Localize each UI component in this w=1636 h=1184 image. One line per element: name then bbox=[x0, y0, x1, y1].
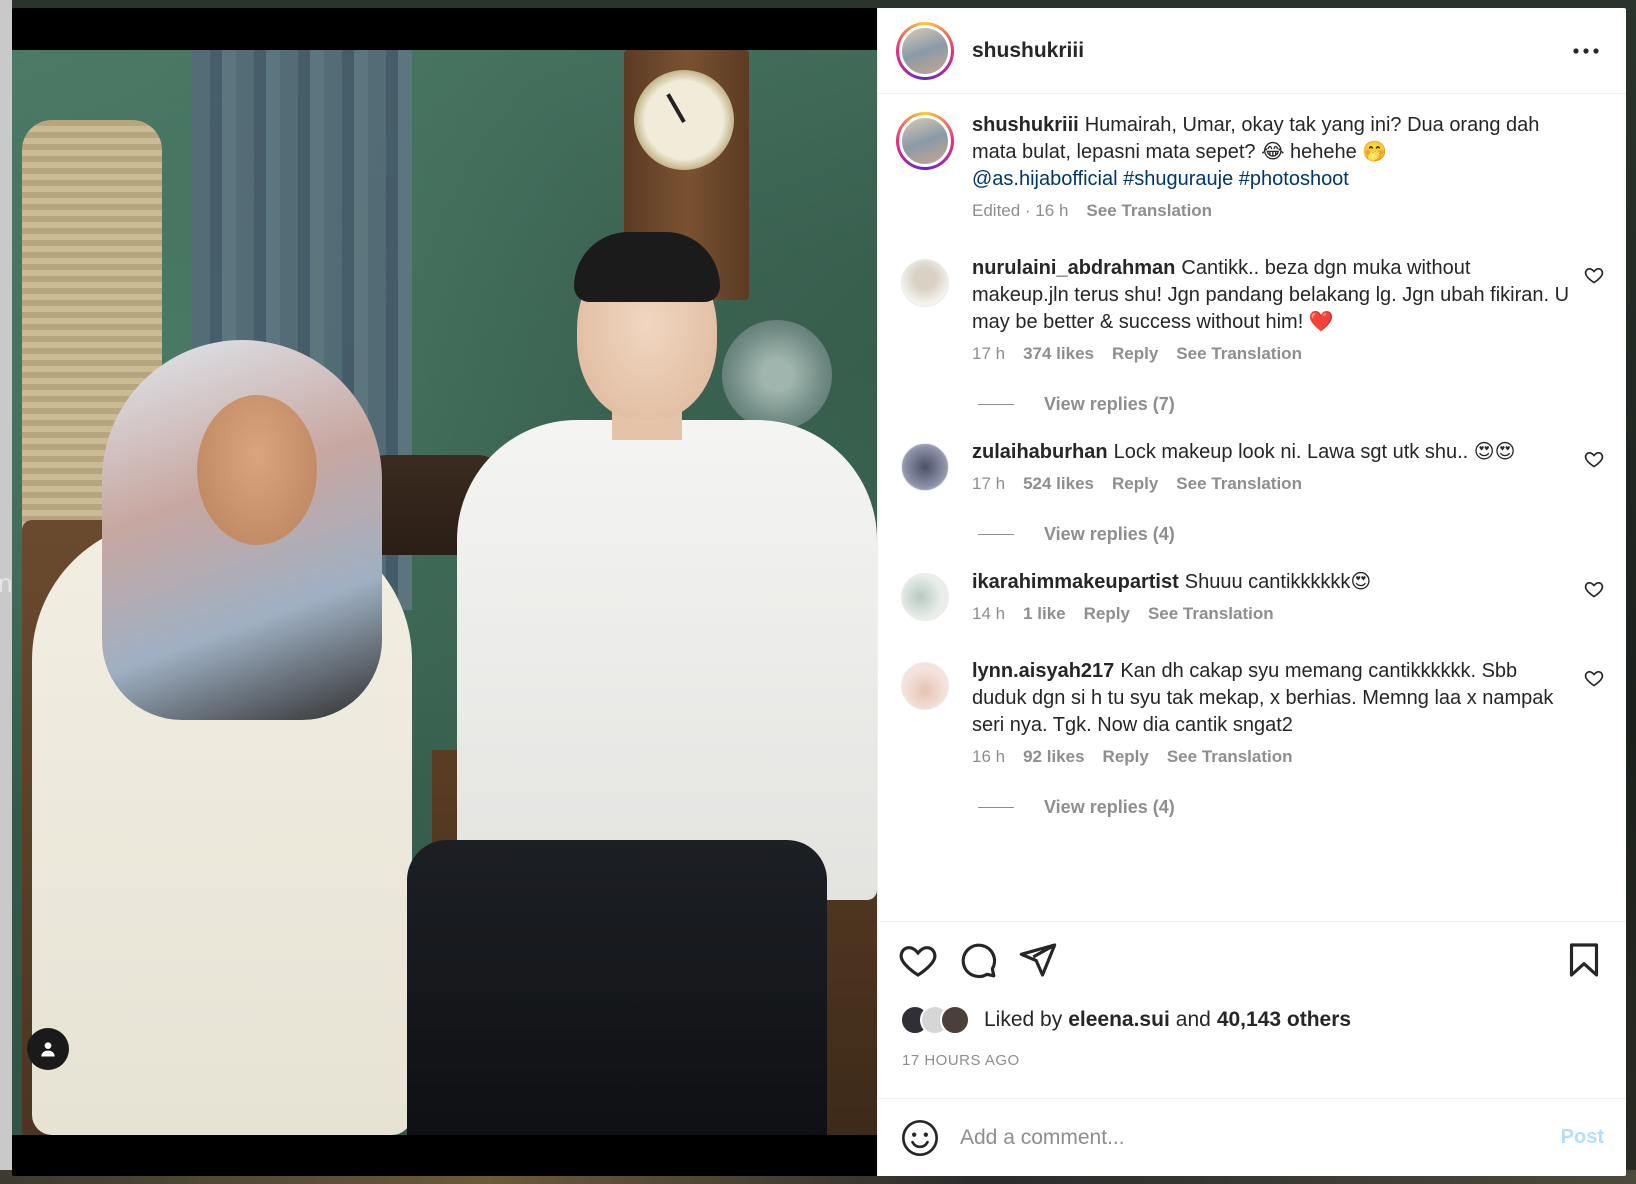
caption-see-translation[interactable]: See Translation bbox=[1086, 201, 1212, 221]
liked-by: Liked by eleena.sui and 40,143 others bbox=[878, 998, 1626, 1042]
bookmark-icon[interactable] bbox=[1564, 940, 1604, 980]
liked-by-user[interactable]: eleena.sui bbox=[1068, 1008, 1170, 1032]
liker-avatars[interactable] bbox=[900, 1005, 970, 1035]
view-replies-button[interactable]: View replies (4) bbox=[978, 797, 1604, 818]
post-modal: shushukriii shushukriii Humairah, Umar, o… bbox=[12, 8, 1626, 1176]
photo-man-pants bbox=[407, 840, 827, 1135]
author-avatar[interactable] bbox=[896, 21, 954, 80]
view-replies-button[interactable]: View replies (7) bbox=[978, 394, 1604, 415]
photo-man-shirt bbox=[457, 420, 877, 900]
caption-tags[interactable]: @as.hijabofficial #shugurauje #photoshoo… bbox=[972, 168, 1349, 190]
liked-by-and: and bbox=[1175, 1008, 1211, 1031]
comment-heart-icon[interactable] bbox=[1584, 265, 1604, 285]
comment-username[interactable]: nurulaini_abdrahman bbox=[972, 257, 1175, 279]
comment-item: nurulaini_abdrahman Cantikk.. beza dgn mu… bbox=[896, 255, 1604, 364]
comment-item: lynn.aisyah217 Kan dh cakap syu memang ca… bbox=[896, 658, 1604, 767]
comment-text: Lock makeup look ni. Lawa sgt utk shu.. … bbox=[1113, 441, 1516, 463]
commenter-avatar[interactable] bbox=[901, 662, 949, 710]
post-actions bbox=[878, 922, 1626, 998]
comment-time: 17 h bbox=[972, 344, 1006, 363]
post-sidebar: shushukriii shushukriii Humairah, Umar, o… bbox=[877, 8, 1626, 1176]
emoji-icon[interactable] bbox=[900, 1118, 940, 1158]
comment-reply-button[interactable]: Reply bbox=[1084, 604, 1130, 624]
author-username[interactable]: shushukriii bbox=[972, 39, 1084, 63]
comment-item: zulaihaburhan Lock makeup look ni. Lawa s… bbox=[896, 439, 1604, 494]
comment-likes[interactable]: 374 likes bbox=[1023, 344, 1094, 364]
post-photo[interactable] bbox=[12, 50, 877, 1135]
comment-username[interactable]: zulaihaburhan bbox=[972, 441, 1108, 463]
comment-time: 16 h bbox=[972, 747, 1006, 766]
commenter-avatar[interactable] bbox=[901, 259, 949, 307]
more-horizontal-icon bbox=[1573, 47, 1599, 54]
comment-see-translation[interactable]: See Translation bbox=[1176, 474, 1302, 494]
comment-username[interactable]: lynn.aisyah217 bbox=[972, 660, 1114, 682]
post-comment-button[interactable]: Post bbox=[1561, 1126, 1604, 1149]
comment-see-translation[interactable]: See Translation bbox=[1148, 604, 1274, 624]
post-timestamp[interactable]: 17 HOURS AGO bbox=[878, 1042, 1626, 1098]
commenter-avatar[interactable] bbox=[901, 573, 949, 621]
liked-by-prefix: Liked by bbox=[984, 1008, 1063, 1031]
comment-input[interactable] bbox=[960, 1125, 1561, 1150]
comment-likes[interactable]: 1 like bbox=[1023, 604, 1066, 624]
photo-woman-face bbox=[197, 395, 317, 545]
comment-text: Shuuu cantikkkkkk😍 bbox=[1184, 571, 1372, 593]
backdrop-text: n bbox=[0, 568, 13, 598]
comment-time: 17 h bbox=[972, 474, 1006, 493]
comment-reply-button[interactable]: Reply bbox=[1112, 474, 1158, 494]
comment-heart-icon[interactable] bbox=[1584, 579, 1604, 599]
commenter-avatar[interactable] bbox=[901, 443, 949, 491]
add-comment-bar: Post bbox=[878, 1098, 1626, 1176]
comment-see-translation[interactable]: See Translation bbox=[1176, 344, 1302, 364]
comment-likes[interactable]: 92 likes bbox=[1023, 747, 1084, 767]
user-tag-icon bbox=[41, 1042, 55, 1057]
comment-item: ikarahimmakeupartist Shuuu cantikkkkkk😍 1… bbox=[896, 569, 1604, 624]
caption-avatar[interactable] bbox=[896, 112, 954, 170]
user-tag-button[interactable] bbox=[27, 1028, 69, 1070]
comment-see-translation[interactable]: See Translation bbox=[1167, 747, 1293, 767]
comment-username[interactable]: ikarahimmakeupartist bbox=[972, 571, 1179, 593]
photo-man-hair bbox=[574, 232, 720, 302]
comment-heart-icon[interactable] bbox=[1584, 668, 1604, 688]
comment-reply-button[interactable]: Reply bbox=[1103, 747, 1149, 767]
caption-username[interactable]: shushukriii bbox=[972, 114, 1079, 136]
liked-by-others[interactable]: 40,143 others bbox=[1217, 1008, 1351, 1032]
comments-list[interactable]: shushukriii Humairah, Umar, okay tak yang… bbox=[878, 94, 1626, 922]
caption-edited-time: Edited · 16 h bbox=[972, 201, 1069, 220]
photo-fan bbox=[722, 320, 832, 430]
more-options-button[interactable] bbox=[1568, 33, 1604, 69]
post-header: shushukriii bbox=[878, 8, 1626, 94]
comment-icon[interactable] bbox=[958, 940, 998, 980]
share-icon[interactable] bbox=[1018, 940, 1058, 980]
photo-pane bbox=[12, 8, 877, 1176]
view-replies-button[interactable]: View replies (4) bbox=[978, 524, 1604, 545]
comment-heart-icon[interactable] bbox=[1584, 449, 1604, 469]
heart-icon[interactable] bbox=[898, 940, 938, 980]
comment-reply-button[interactable]: Reply bbox=[1112, 344, 1158, 364]
comment-time: 14 h bbox=[972, 604, 1006, 623]
comment-likes[interactable]: 524 likes bbox=[1023, 474, 1094, 494]
post-caption: shushukriii Humairah, Umar, okay tak yang… bbox=[896, 112, 1604, 221]
